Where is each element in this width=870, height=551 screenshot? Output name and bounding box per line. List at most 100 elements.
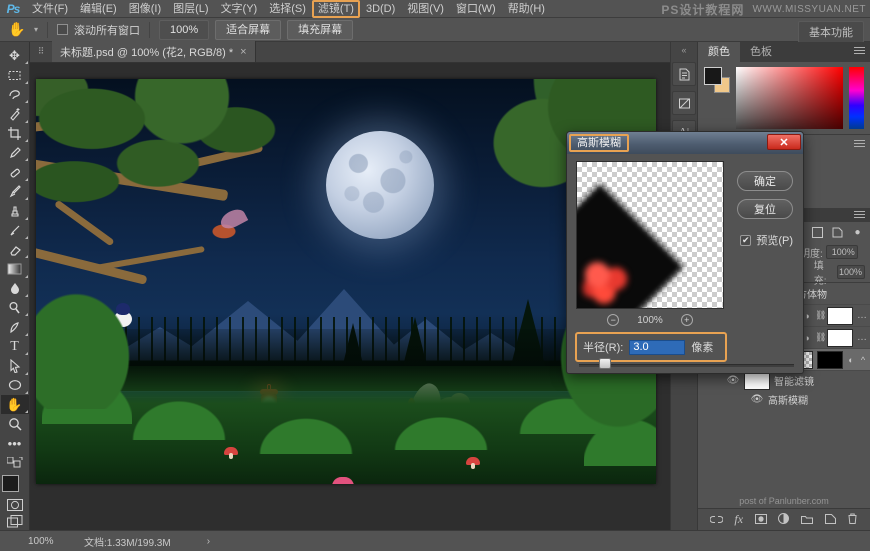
layer-mask-thumbnail[interactable] [817, 351, 843, 369]
eyedropper-tool[interactable] [1, 143, 29, 162]
default-colors-icon[interactable] [1, 453, 29, 472]
panel-menu-icon[interactable] [854, 140, 865, 149]
workspace-switcher-button[interactable]: 基本功能 [798, 21, 864, 43]
crop-tool[interactable] [1, 124, 29, 143]
gaussian-blur-dialog[interactable]: 高斯模糊 ✕ − 100% + 确定 复位 ✔ 预览(P) 半径(R): 3.0… [566, 131, 804, 374]
document-tab[interactable]: 未标题.psd @ 100% (花2, RGB/8) * × [52, 41, 256, 62]
more-tools-button[interactable]: ••• [1, 434, 29, 453]
dialog-titlebar[interactable]: 高斯模糊 ✕ [567, 132, 803, 154]
panel-grip[interactable]: ⠿ [30, 41, 52, 62]
mask-link-icon[interactable]: ⛓ [815, 332, 823, 343]
layer-style-icon[interactable]: fx [734, 512, 743, 527]
smart-filter-item[interactable]: 👁 高斯模糊 [698, 390, 870, 409]
new-group-icon[interactable] [801, 513, 813, 527]
menu-image[interactable]: 图像(I) [123, 0, 167, 18]
tab-swatches[interactable]: 色板 [740, 42, 782, 62]
menu-help[interactable]: 帮助(H) [502, 0, 551, 18]
preview-zoom-value: 100% [637, 315, 663, 326]
layer-thumbnail[interactable] [827, 307, 853, 325]
add-mask-icon[interactable] [755, 513, 767, 527]
screen-mode-icon[interactable] [2, 513, 28, 530]
zoom-level-button[interactable]: 100% [159, 20, 209, 40]
smart-filter-mask-thumbnail[interactable] [744, 372, 770, 390]
mask-link-icon[interactable]: ⛓ [815, 310, 823, 321]
tab-color[interactable]: 颜色 [698, 42, 740, 62]
chevron-down-icon[interactable]: ▾ [34, 25, 38, 34]
scroll-all-windows-checkbox[interactable] [57, 24, 68, 35]
menu-window[interactable]: 窗口(W) [450, 0, 502, 18]
quick-mask-icon[interactable] [2, 497, 28, 514]
quick-selection-tool[interactable] [1, 104, 29, 123]
pen-tool[interactable] [1, 317, 29, 336]
history-panel-icon[interactable] [672, 62, 696, 86]
fit-screen-button[interactable]: 适合屏幕 [215, 20, 281, 40]
marquee-tool[interactable] [1, 65, 29, 84]
type-tool[interactable]: T [1, 337, 29, 356]
path-selection-tool[interactable] [1, 356, 29, 375]
zoom-tool[interactable] [1, 414, 29, 433]
radius-slider-track[interactable] [579, 364, 794, 367]
gradient-tool[interactable] [1, 259, 29, 278]
menu-3d[interactable]: 3D(D) [360, 0, 401, 18]
hue-strip[interactable] [849, 67, 864, 129]
dodge-tool[interactable] [1, 298, 29, 317]
foreground-background-color[interactable] [2, 475, 28, 497]
status-zoom-level[interactable]: 100% [0, 536, 62, 547]
menu-file[interactable]: 文件(F) [26, 0, 74, 18]
color-panel-body[interactable] [698, 62, 870, 134]
hand-icon[interactable]: ✋ [6, 20, 28, 40]
ellipse-shape-tool[interactable] [1, 376, 29, 395]
foreground-color-swatch[interactable] [2, 475, 19, 492]
menu-view[interactable]: 视图(V) [401, 0, 450, 18]
artboard[interactable] [36, 79, 656, 484]
color-swatch-pair[interactable] [704, 67, 730, 93]
lasso-tool[interactable] [1, 85, 29, 104]
menu-edit[interactable]: 编辑(E) [74, 0, 123, 18]
chevron-right-icon[interactable]: › [171, 536, 210, 547]
close-icon[interactable]: × [240, 46, 246, 58]
fill-value[interactable]: 100% [837, 265, 865, 279]
preview-thumbnail[interactable] [576, 161, 724, 309]
menu-filter[interactable]: 滤镜(T) [312, 0, 360, 18]
eraser-tool[interactable] [1, 240, 29, 259]
visibility-icon[interactable]: 👁 [726, 375, 740, 386]
preview-checkbox-group[interactable]: ✔ 预览(P) [740, 232, 793, 248]
link-layers-icon[interactable] [710, 513, 723, 527]
visibility-icon[interactable]: 👁 [750, 394, 764, 405]
radius-slider-thumb[interactable] [599, 358, 611, 369]
menu-layer[interactable]: 图层(L) [167, 0, 214, 18]
fill-screen-button[interactable]: 填充屏幕 [287, 20, 353, 40]
properties-panel-icon[interactable] [672, 91, 696, 115]
brush-tool[interactable] [1, 182, 29, 201]
delete-layer-icon[interactable] [847, 513, 858, 527]
filter-smart-object-icon[interactable] [830, 225, 845, 240]
close-icon[interactable]: ✕ [767, 134, 801, 150]
menu-type[interactable]: 文字(Y) [215, 0, 264, 18]
hand-tool[interactable]: ✋ [1, 395, 29, 414]
filter-shape-icon[interactable] [810, 225, 825, 240]
menu-select[interactable]: 选择(S) [263, 0, 312, 18]
blur-tool[interactable] [1, 279, 29, 298]
healing-brush-tool[interactable] [1, 162, 29, 181]
layer-more-icon: … [857, 332, 867, 343]
zoom-out-button[interactable]: − [607, 314, 619, 326]
new-layer-icon[interactable] [825, 513, 836, 527]
filter-toggle-icon[interactable]: ● [850, 225, 865, 240]
layer-thumbnail[interactable] [827, 329, 853, 347]
preview-checkbox[interactable]: ✔ [740, 235, 751, 246]
radius-field-group[interactable]: 半径(R): 3.0 像素 [575, 332, 727, 362]
panel-menu-icon[interactable] [854, 211, 865, 220]
reset-button[interactable]: 复位 [737, 199, 793, 219]
chevron-up-icon[interactable]: ^ [859, 355, 867, 365]
panel-menu-icon[interactable] [854, 47, 865, 56]
adjustment-layer-icon[interactable] [778, 513, 789, 527]
zoom-in-button[interactable]: + [681, 314, 693, 326]
color-field[interactable] [736, 67, 843, 129]
radius-input[interactable]: 3.0 [629, 340, 685, 355]
clone-stamp-tool[interactable] [1, 201, 29, 220]
history-brush-tool[interactable] [1, 221, 29, 240]
ok-button[interactable]: 确定 [737, 171, 793, 191]
move-tool[interactable]: ✥ [1, 46, 29, 65]
expand-panels-icon[interactable]: « [681, 45, 686, 57]
foreground-color-swatch[interactable] [704, 67, 722, 85]
